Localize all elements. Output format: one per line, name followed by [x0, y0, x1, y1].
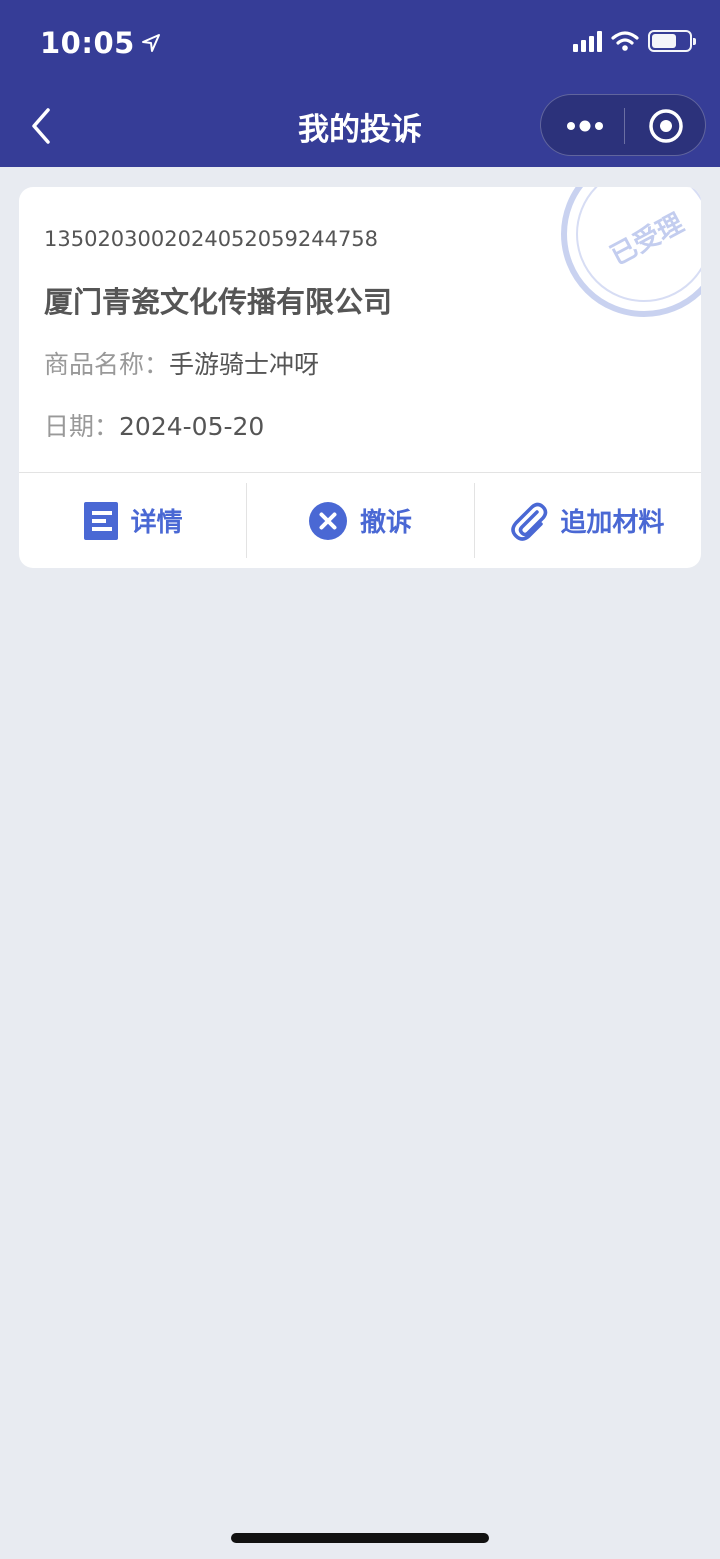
date-label: 日期： [44, 412, 120, 441]
withdraw-button[interactable]: 撤诉 [246, 473, 473, 568]
product-row: 商品名称：手游骑士冲呀 [44, 345, 319, 381]
product-value: 手游骑士冲呀 [169, 350, 320, 379]
status-bar-time: 10:05 [40, 26, 161, 60]
wifi-icon [611, 31, 639, 51]
card-actions: 详情 撤诉 追加材料 [19, 473, 701, 568]
x-circle-icon [308, 501, 347, 540]
paperclip-icon [511, 502, 548, 541]
more-dots-icon[interactable] [565, 117, 605, 135]
details-label: 详情 [130, 508, 183, 538]
header: 10:05 我的投诉 [0, 0, 720, 167]
add-material-button[interactable]: 追加材料 [473, 473, 701, 568]
product-label: 商品名称： [44, 350, 170, 379]
signal-icon [573, 30, 602, 52]
details-button[interactable]: 详情 [19, 473, 246, 568]
date-row: 日期：2024-05-20 [44, 407, 264, 443]
complaint-card[interactable]: 已受理 1350203002024052059244758 厦门青瓷文化传播有限… [19, 187, 701, 568]
home-indicator[interactable] [231, 1533, 489, 1543]
capsule-divider [624, 108, 625, 144]
withdraw-label: 撤诉 [359, 508, 412, 538]
status-icons [573, 30, 696, 52]
date-value: 2024-05-20 [119, 412, 265, 441]
case-number: 1350203002024052059244758 [44, 227, 379, 251]
mini-program-capsule [540, 94, 706, 156]
battery-icon [648, 30, 696, 52]
close-target-icon[interactable] [647, 107, 685, 145]
accepted-stamp: 已受理 [561, 187, 701, 317]
location-arrow-icon [141, 34, 160, 52]
add-material-label: 追加材料 [560, 508, 665, 538]
time-text: 10:05 [40, 26, 135, 60]
company-name: 厦门青瓷文化传播有限公司 [44, 285, 393, 319]
document-icon [83, 501, 118, 540]
stamp-text: 已受理 [605, 207, 688, 271]
